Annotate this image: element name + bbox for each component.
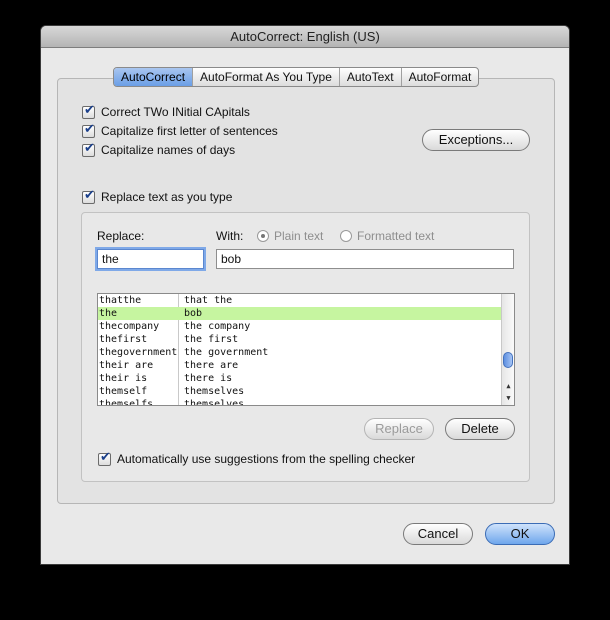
replace-as-type-label: Replace text as you type [101, 190, 233, 204]
list-item-selected[interactable]: the bob [98, 307, 502, 320]
scrollbar-thumb[interactable] [503, 352, 513, 368]
delete-button[interactable]: Delete [445, 418, 515, 440]
formatted-text-radio[interactable] [340, 230, 352, 242]
entry-with: the first [184, 334, 239, 345]
exceptions-button[interactable]: Exceptions... [422, 129, 530, 151]
entry-with: themselves [184, 386, 245, 397]
window-title: AutoCorrect: English (US) [41, 26, 569, 48]
capitalize-first-row[interactable]: Capitalize first letter of sentences [82, 122, 278, 139]
entry-replace: their are [99, 360, 154, 371]
list-item[interactable]: themself themselves [98, 385, 502, 398]
entry-replace: thefirst [99, 334, 148, 345]
list-item[interactable]: thatthe that the [98, 294, 502, 307]
replace-label: Replace: [97, 229, 145, 243]
auto-suggestions-checkbox[interactable] [98, 450, 111, 466]
list-item[interactable]: their is there is [98, 372, 502, 385]
capitalize-days-row[interactable]: Capitalize names of days [82, 141, 236, 158]
formatted-text-option[interactable]: Formatted text [340, 229, 434, 243]
tab-autocorrect[interactable]: AutoCorrect [114, 68, 194, 86]
correct-two-initial-checkbox[interactable] [82, 103, 95, 119]
entry-replace: thegovernment [99, 347, 177, 358]
plain-text-radio[interactable] [257, 230, 269, 242]
scroll-down-arrow-icon[interactable]: ▼ [503, 394, 514, 402]
tab-autoformat[interactable]: AutoFormat [402, 68, 479, 86]
list-scrollbar[interactable]: ▲ ▼ [501, 294, 514, 405]
capitalize-days-label: Capitalize names of days [101, 143, 236, 157]
list-item[interactable]: their are there are [98, 359, 502, 372]
entry-replace: themself [99, 386, 148, 397]
entry-with: there is [184, 373, 233, 384]
entry-with: there are [184, 360, 239, 371]
scroll-up-arrow-icon[interactable]: ▲ [503, 382, 514, 390]
entry-replace: thecompany [99, 321, 160, 332]
tab-bar: AutoCorrect AutoFormat As You Type AutoT… [113, 67, 480, 87]
auto-suggestions-label: Automatically use suggestions from the s… [117, 452, 416, 466]
replace-input[interactable]: the [97, 249, 204, 269]
correct-two-initial-label: Correct TWo INitial CApitals [101, 105, 250, 119]
capitalize-first-label: Capitalize first letter of sentences [101, 124, 278, 138]
tab-autotext[interactable]: AutoText [340, 68, 402, 86]
autocorrect-entries-list[interactable]: thatthe that the the bob thecompany the … [97, 293, 515, 406]
replace-as-type-checkbox[interactable] [82, 188, 95, 204]
entry-with: bob [184, 308, 203, 319]
list-item[interactable]: thefirst the first [98, 333, 502, 346]
with-input[interactable]: bob [216, 249, 514, 269]
replace-button[interactable]: Replace [364, 418, 434, 440]
entry-with: themselves [184, 399, 245, 406]
list-item[interactable]: themselfs themselves [98, 398, 502, 406]
entry-replace: the [99, 308, 118, 319]
ok-button[interactable]: OK [485, 523, 555, 545]
list-item[interactable]: thecompany the company [98, 320, 502, 333]
tab-autoformat-as-you-type[interactable]: AutoFormat As You Type [193, 68, 340, 86]
entry-replace: themselfs [99, 399, 154, 406]
list-item[interactable]: thegovernment the government [98, 346, 502, 359]
capitalize-first-checkbox[interactable] [82, 122, 95, 138]
entry-with: the company [184, 321, 251, 332]
cancel-button[interactable]: Cancel [403, 523, 473, 545]
autocorrect-dialog: AutoCorrect: English (US) AutoCorrect Au… [41, 26, 569, 564]
plain-text-option[interactable]: Plain text [257, 229, 323, 243]
entry-with: the government [184, 347, 269, 358]
capitalize-days-checkbox[interactable] [82, 141, 95, 157]
entry-with: that the [184, 295, 233, 306]
with-label: With: [216, 229, 244, 243]
plain-text-label: Plain text [274, 229, 324, 243]
auto-suggestions-row[interactable]: Automatically use suggestions from the s… [98, 450, 416, 467]
formatted-text-label: Formatted text [357, 229, 435, 243]
correct-two-initial-row[interactable]: Correct TWo INitial CApitals [82, 103, 250, 120]
entry-replace: their is [99, 373, 148, 384]
entry-replace: thatthe [99, 295, 142, 306]
replace-as-type-row[interactable]: Replace text as you type [82, 188, 233, 205]
